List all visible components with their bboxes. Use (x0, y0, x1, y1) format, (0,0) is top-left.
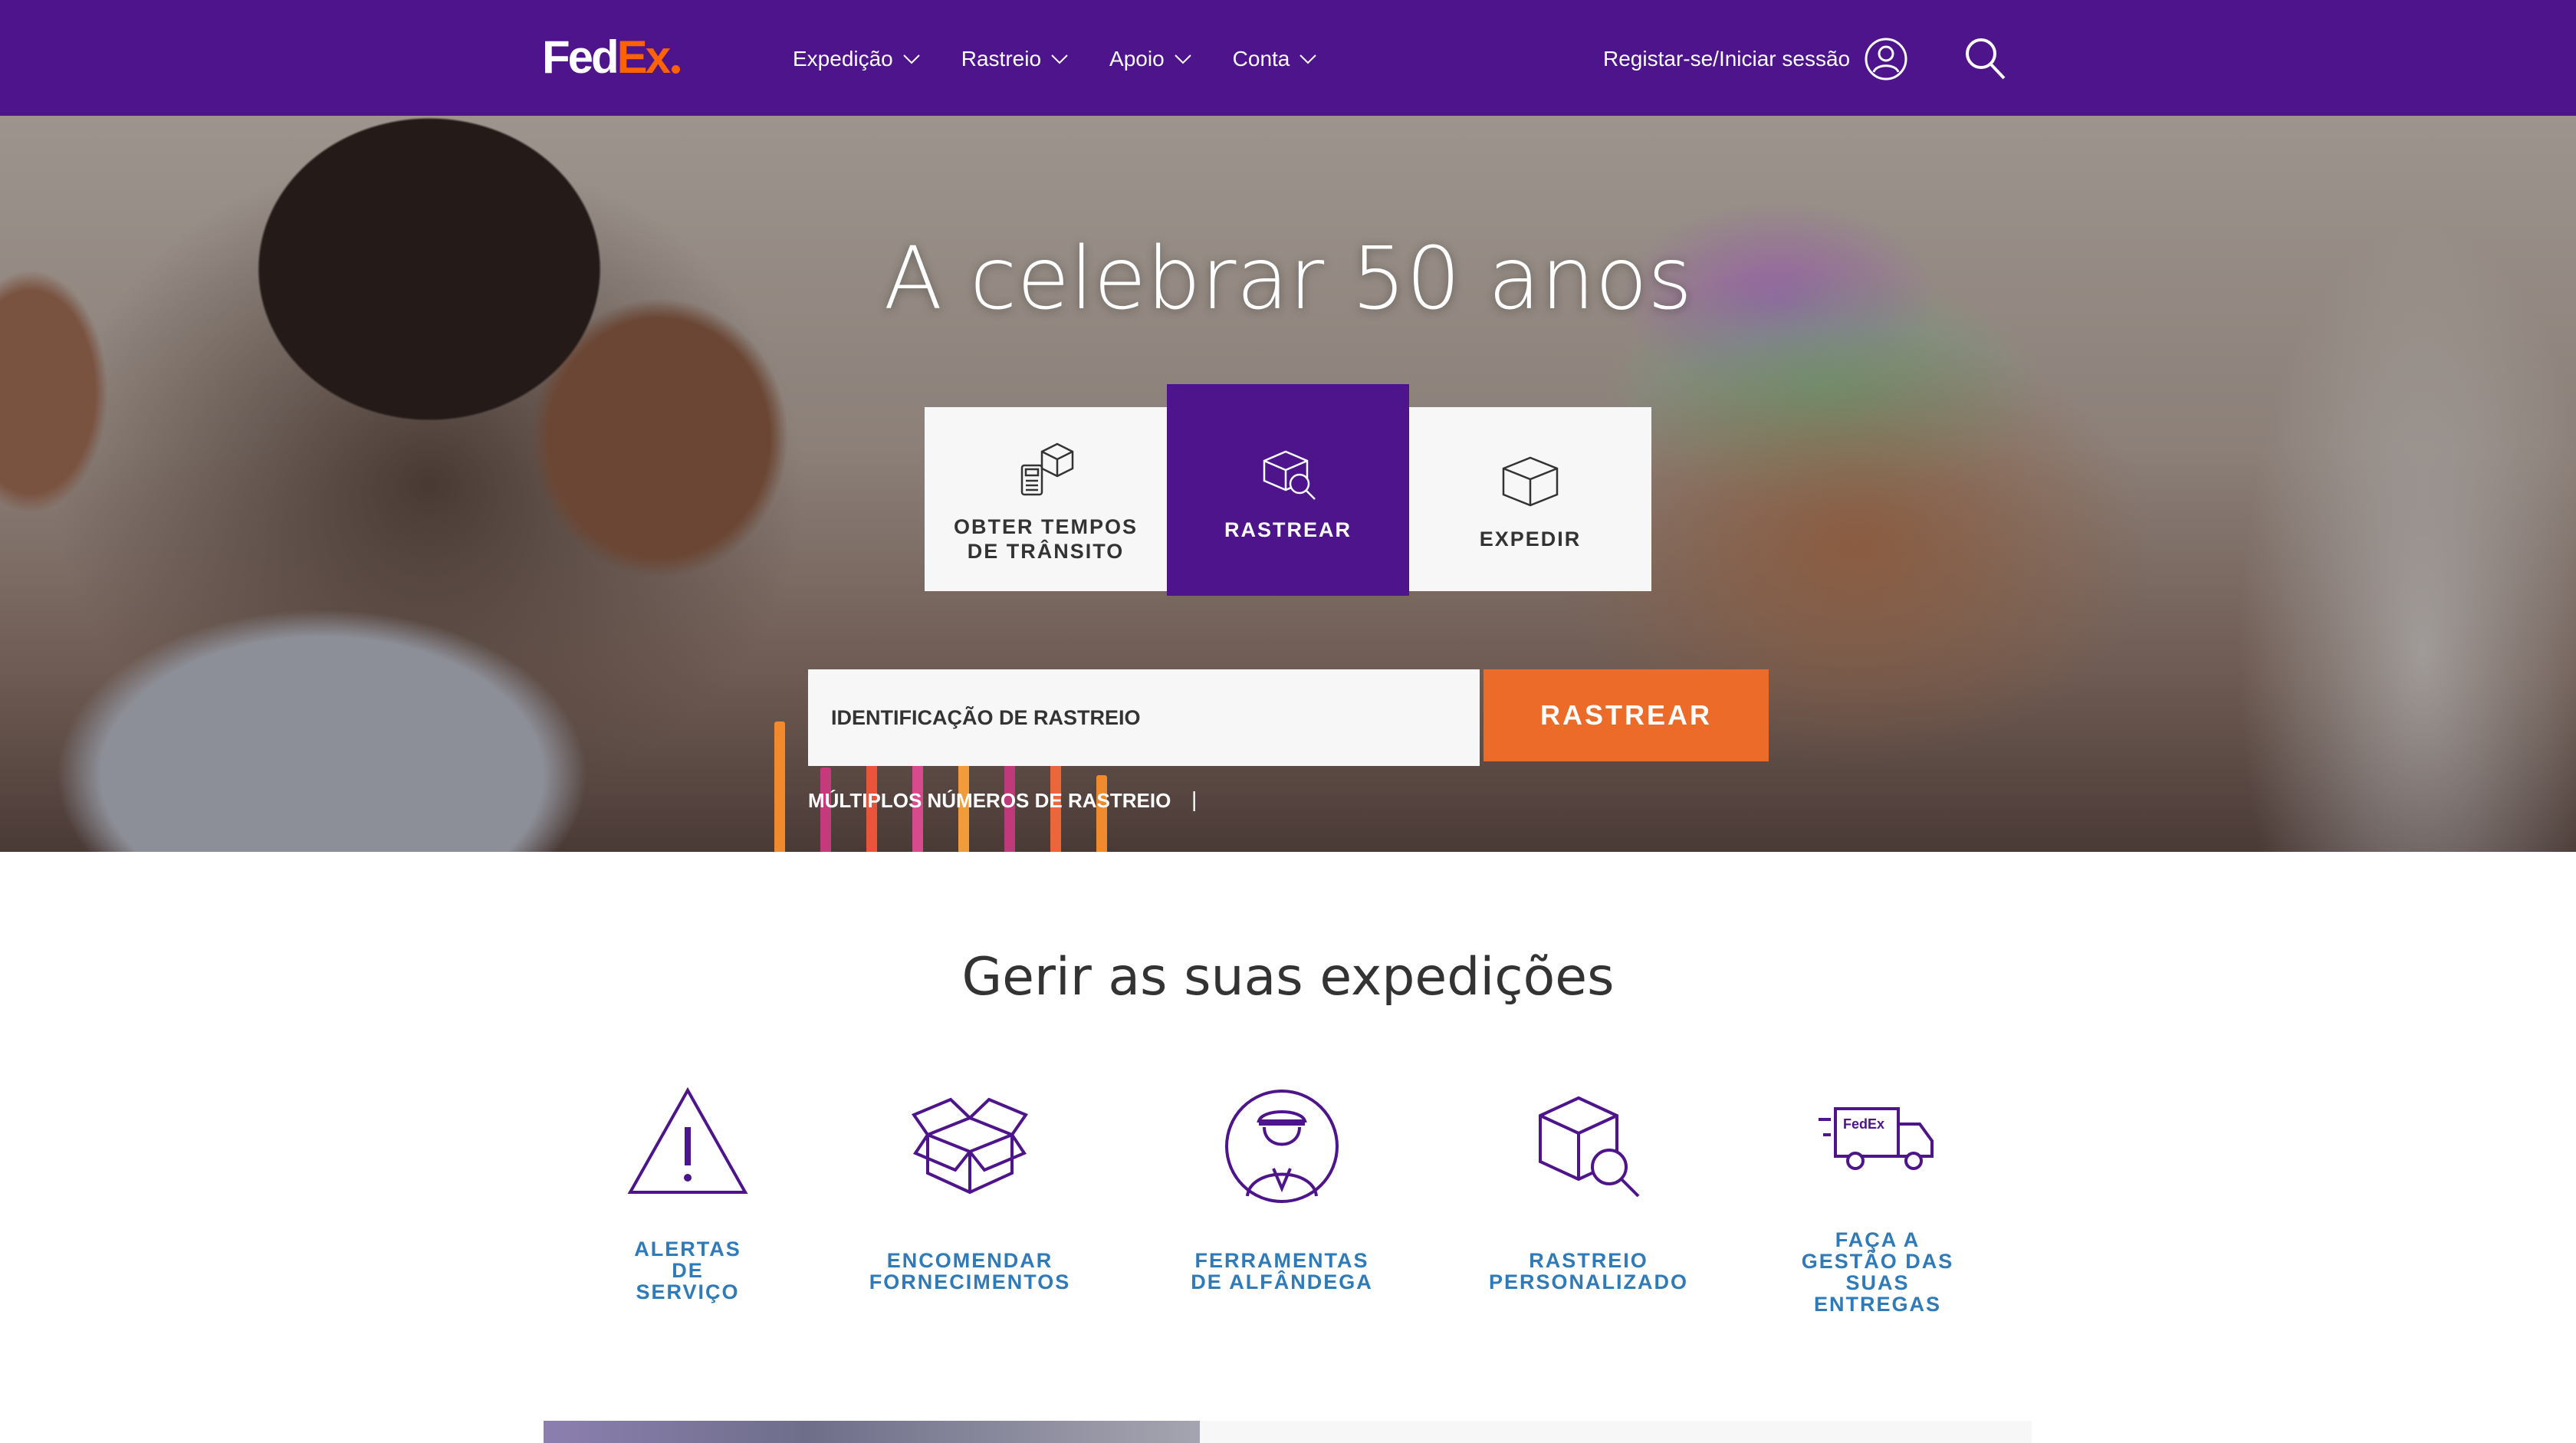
tab-label-line1: RASTREAR (1224, 518, 1352, 541)
tile-label: FERRAMENTAS DE ALFÂNDEGA (1191, 1249, 1373, 1293)
nav-item-label: Conta (1232, 47, 1290, 71)
svg-text:FedEx: FedEx (1843, 1116, 1884, 1132)
tracking-id-input[interactable] (808, 669, 1480, 766)
hero-title: A celebrar 50 anos (883, 229, 1693, 329)
tile-label: RASTREIO PERSONALIZADO (1488, 1249, 1688, 1293)
nav-item-conta[interactable]: Conta (1233, 47, 1318, 71)
bottom-promo-card (1200, 1421, 2032, 1443)
chevron-down-icon (1300, 54, 1317, 64)
tab-label-line1: OBTER TEMPOS (953, 515, 1138, 538)
link-separator: | (1191, 787, 1198, 811)
tile-label: ENCOMENDAR FORNECIMENTOS (869, 1249, 1071, 1293)
tile-order-supplies[interactable]: ENCOMENDAR FORNECIMENTOS (863, 1081, 1077, 1326)
transit-time-icon (1020, 442, 1074, 496)
tab-transit-times[interactable]: OBTER TEMPOS DE TRÂNSITO (925, 407, 1167, 591)
logo-fed-text: Fed (542, 31, 619, 83)
chevron-down-icon (1174, 54, 1191, 64)
fedex-logo[interactable]: Fed Ex (542, 31, 681, 84)
tab-label-line2: DE TRÂNSITO (967, 540, 1125, 563)
track-button[interactable]: RASTREAR (1484, 669, 1769, 761)
tab-ship[interactable]: EXPEDIR (1409, 407, 1651, 591)
nav-item-expedicao[interactable]: Expedição (793, 47, 921, 71)
tile-customs-tools[interactable]: FERRAMENTAS DE ALFÂNDEGA (1175, 1081, 1389, 1326)
search-icon[interactable] (1964, 35, 2007, 81)
ship-box-icon (1502, 456, 1559, 507)
shipping-tabs: OBTER TEMPOS DE TRÂNSITO RASTREAR EXPEDI… (925, 384, 1653, 599)
package-search-icon (1539, 1096, 1640, 1198)
chevron-down-icon (903, 54, 920, 64)
logo-dot (672, 65, 681, 74)
track-package-icon (1263, 450, 1316, 500)
tile-manage-deliveries[interactable]: FedEx FAÇA A GESTÃO DAS SUAS ENTREGAS (1770, 1081, 1985, 1326)
nav-item-label: Expedição (793, 47, 893, 71)
tab-track[interactable]: RASTREAR (1167, 384, 1409, 596)
bottom-promo-image (544, 1421, 1200, 1443)
tile-label: FAÇA A GESTÃO DAS SUAS ENTREGAS (1801, 1228, 1954, 1316)
tile-service-alerts[interactable]: ALERTAS DE SERVIÇO (580, 1081, 795, 1326)
open-box-icon (911, 1097, 1029, 1195)
nav-item-rastreio[interactable]: Rastreio (961, 47, 1069, 71)
chevron-down-icon (1051, 54, 1068, 64)
signin-label: Registar-se/Iniciar sessão (1603, 47, 1851, 71)
signin-link[interactable]: Registar-se/Iniciar sessão (1603, 34, 1908, 84)
top-navigation-bar: Fed Ex Expedição Rastreio Apoio Conta Reg… (0, 0, 2576, 116)
tile-label: ALERTAS DE SERVIÇO (634, 1238, 741, 1303)
alert-triangle-icon (627, 1086, 748, 1194)
nav-item-label: Rastreio (961, 47, 1042, 71)
logo-ex-text: Ex (616, 31, 671, 83)
tile-custom-tracking[interactable]: RASTREIO PERSONALIZADO (1481, 1081, 1696, 1326)
hero-photo-girl (0, 116, 859, 852)
nav-item-label: Apoio (1109, 47, 1165, 71)
user-icon (1865, 38, 1907, 81)
multiple-tracking-numbers-link[interactable]: MÚLTIPLOS NÚMEROS DE RASTREIO (808, 789, 1171, 813)
manage-shipments-heading: Gerir as suas expedições (961, 947, 1615, 1007)
customs-officer-icon (1225, 1090, 1339, 1203)
main-nav: Expedição Rastreio Apoio Conta (793, 40, 1358, 78)
nav-item-apoio[interactable]: Apoio (1109, 47, 1192, 71)
delivery-truck-icon: FedEx (1819, 1107, 1934, 1170)
tab-label-line1: EXPEDIR (1479, 528, 1582, 551)
hero-banner: A celebrar 50 anos OBTER TEMPOS DE TRÂNS… (0, 116, 2576, 852)
